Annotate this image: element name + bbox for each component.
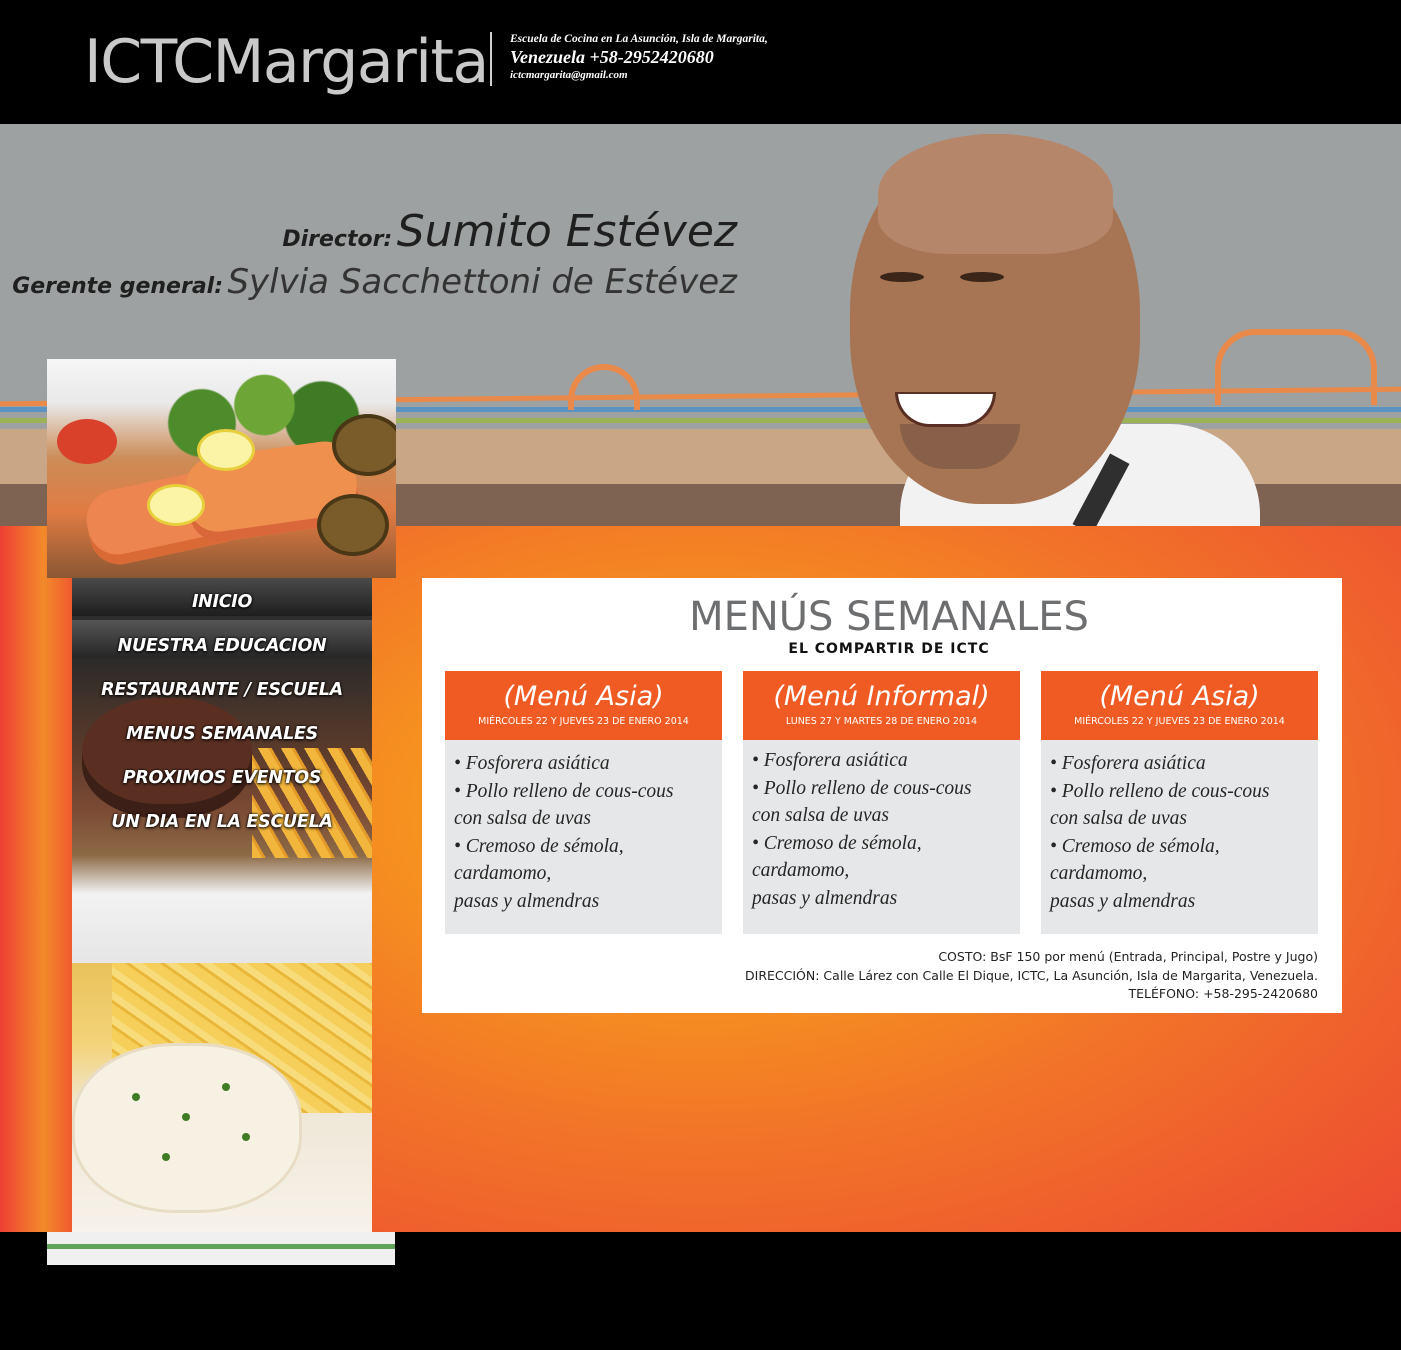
site-logo[interactable]: ICTCMargarita [84, 22, 489, 102]
herb-garnish [162, 1153, 170, 1161]
zucchini-slice [317, 494, 389, 556]
director-name: Sumito Estévez [396, 206, 737, 257]
phone-info: TELÉFONO: +58-295-2420680 [1128, 986, 1318, 1001]
left-accent [0, 526, 72, 1232]
nav-item-nuestra-educacion[interactable]: NUESTRA EDUCACION [72, 626, 372, 670]
menu-item-list: • Fosforera asiática • Pollo relleno de … [1041, 740, 1318, 915]
page-title: MENÚS SEMANALES [689, 594, 1089, 640]
menu-item: • Cremoso de sémola, cardamomo, [454, 835, 624, 885]
menu-card-title: (Menú Asia) [503, 681, 664, 712]
menu-item: • Fosforera asiática [752, 750, 908, 771]
salmon-photo [47, 359, 396, 578]
plate-rim [47, 1232, 395, 1265]
nav-item-inicio[interactable]: INICIO [72, 582, 372, 626]
director-line: Director: Sumito Estévez [282, 206, 737, 257]
header-divider [490, 32, 492, 86]
director-label: Director: [282, 227, 393, 252]
weekly-menus-card: MENÚS SEMANALES EL COMPARTIR DE ICTC (Me… [422, 578, 1342, 1013]
cost-info: COSTO: BsF 150 por menú (Entrada, Princi… [938, 949, 1318, 964]
menu-card-title: (Menú Asia) [1099, 681, 1260, 712]
menu-item: con salsa de uvas [1050, 808, 1188, 829]
header-phone-line: Venezuela +58-2952420680 [510, 47, 714, 67]
lemon-slice [197, 429, 255, 471]
menu-item: • Cremoso de sémola, cardamomo, [752, 832, 922, 882]
header-school-line: Escuela de Cocina en La Asunción, Isla d… [510, 33, 768, 45]
manager-label: Gerente general: [12, 274, 223, 299]
menu-card-date: MIÉRCOLES 22 Y JUEVES 23 DE ENERO 2014 [1074, 716, 1285, 727]
hero-arch [1215, 329, 1377, 405]
nav-item-restaurante-escuela[interactable]: RESTAURANTE / ESCUELA [72, 670, 372, 714]
pasta-photo [72, 963, 372, 1232]
page-subtitle: EL COMPARTIR DE ICTC [788, 641, 990, 657]
herb-garnish [242, 1133, 250, 1141]
zucchini-slice [332, 414, 396, 476]
tomato-garnish [57, 419, 117, 464]
herb-garnish [222, 1083, 230, 1091]
menu-card: (Menú Asia) MIÉRCOLES 22 Y JUEVES 23 DE … [445, 671, 722, 934]
menu-card-title: (Menú Informal) [773, 681, 990, 712]
menu-item: • Cremoso de sémola, cardamomo, [1050, 835, 1220, 885]
menu-card-header: (Menú Asia) MIÉRCOLES 22 Y JUEVES 23 DE … [1041, 671, 1318, 740]
address-info: DIRECCIÓN: Calle Lárez con Calle El Diqu… [745, 967, 1318, 983]
menu-item: • Pollo relleno de cous-cous [454, 780, 674, 802]
manager-name: Sylvia Sacchettoni de Estévez [227, 262, 737, 302]
menu-item: con salsa de uvas [752, 805, 890, 826]
menu-card-header: (Menú Informal) LUNES 27 Y MARTES 28 DE … [743, 671, 1020, 740]
menu-item: pasas y almendras [1050, 890, 1196, 912]
nav-menu: INICIO NUESTRA EDUCACION RESTAURANTE / E… [72, 582, 372, 846]
menu-card-date: LUNES 27 Y MARTES 28 DE ENERO 2014 [785, 716, 978, 727]
herb-garnish [182, 1113, 190, 1121]
menu-card-date: MIÉRCOLES 22 Y JUEVES 23 DE ENERO 2014 [478, 716, 689, 727]
nav-item-un-dia-en-la-escuela[interactable]: UN DIA EN LA ESCUELA [72, 802, 372, 846]
nav-item-menus-semanales[interactable]: MENUS SEMANALES [72, 714, 372, 758]
menu-item: • Pollo relleno de cous-cous [752, 777, 972, 799]
plate-rim-stripe [47, 1244, 395, 1249]
menu-footer-info: COSTO: BsF 150 por menú (Entrada, Princi… [745, 948, 1318, 1004]
menu-item-list: • Fosforera asiática • Pollo relleno de … [743, 740, 1020, 912]
hero-arch [568, 364, 640, 410]
menu-card: (Menú Asia) MIÉRCOLES 22 Y JUEVES 23 DE … [1041, 671, 1318, 934]
header-email-line[interactable]: ictcmargarita@gmail.com [510, 68, 768, 82]
menu-card: (Menú Informal) LUNES 27 Y MARTES 28 DE … [743, 671, 1020, 934]
sidebar-nav: INICIO NUESTRA EDUCACION RESTAURANTE / E… [72, 578, 372, 963]
chef-eye [880, 272, 924, 282]
nav-item-proximos-eventos[interactable]: PROXIMOS EVENTOS [72, 758, 372, 802]
cream-sauce [72, 1043, 302, 1213]
header-contact: Escuela de Cocina en La Asunción, Isla d… [510, 32, 768, 82]
chef-scalp [878, 134, 1113, 254]
menu-item: • Fosforera asiática [454, 753, 610, 774]
menu-item: • Pollo relleno de cous-cous [1050, 780, 1270, 802]
site-header: ICTCMargarita Escuela de Cocina en La As… [0, 0, 1401, 124]
herb-garnish [132, 1093, 140, 1101]
lemon-slice [147, 484, 205, 526]
manager-line: Gerente general: Sylvia Sacchettoni de E… [12, 262, 737, 302]
menu-item: pasas y almendras [752, 887, 898, 909]
chef-eye [960, 272, 1004, 282]
menu-card-header: (Menú Asia) MIÉRCOLES 22 Y JUEVES 23 DE … [445, 671, 722, 740]
menu-item: pasas y almendras [454, 890, 600, 912]
menu-item: • Fosforera asiática [1050, 753, 1206, 774]
menu-item: con salsa de uvas [454, 808, 592, 829]
menu-item-list: • Fosforera asiática • Pollo relleno de … [445, 740, 722, 915]
